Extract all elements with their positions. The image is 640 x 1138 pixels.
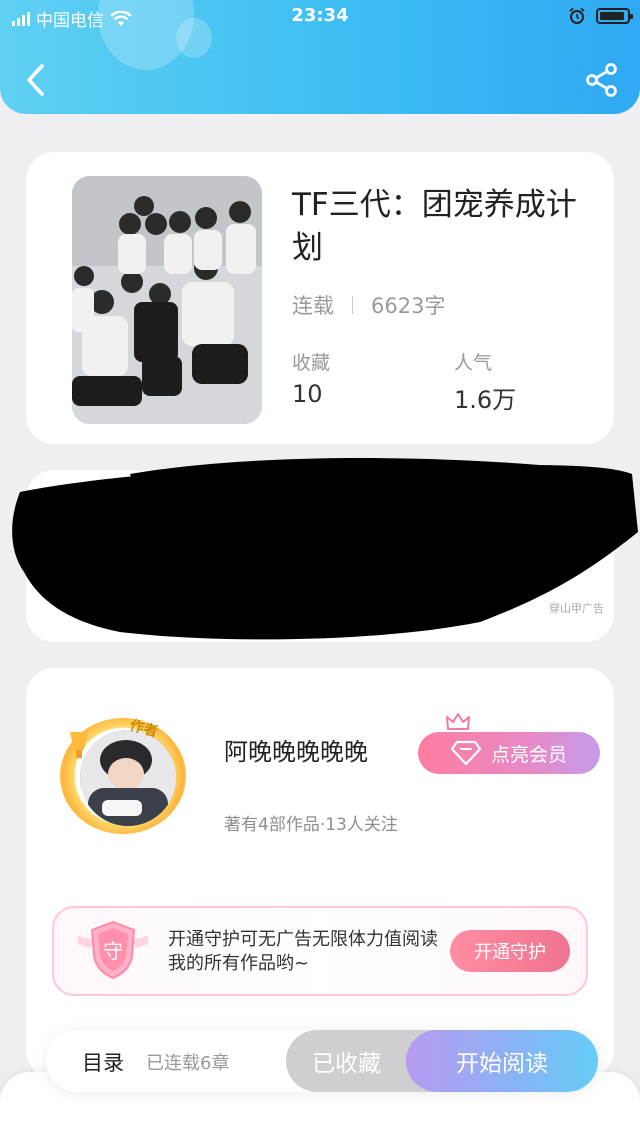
favorited-label: 已收藏 xyxy=(312,1051,381,1077)
table-of-contents-button[interactable]: 目录 xyxy=(82,1047,124,1077)
favorites-value: 10 xyxy=(292,380,323,408)
status-time: 23:34 xyxy=(291,5,349,26)
activate-guard-button[interactable]: 开通守护 xyxy=(450,930,570,972)
author-avatar[interactable] xyxy=(80,730,176,826)
alarm-icon xyxy=(569,7,585,24)
book-meta: 连载 6623字 xyxy=(292,290,445,320)
cover-photo-illustration xyxy=(72,176,262,424)
diamond-icon xyxy=(450,740,481,766)
lamp-decoration-icon xyxy=(70,732,88,758)
status-bar: 中国电信 23:34 xyxy=(0,0,640,34)
book-status: 连载 xyxy=(292,294,334,318)
guard-shield-icon: 守 xyxy=(78,920,148,980)
status-right xyxy=(568,7,633,25)
back-button[interactable] xyxy=(20,60,54,100)
start-reading-button[interactable]: 开始阅读 xyxy=(406,1030,598,1092)
guard-badge-text: 守 xyxy=(103,939,123,963)
author-name[interactable]: 阿晚晚晚晚晚 xyxy=(224,732,368,767)
start-reading-label: 开始阅读 xyxy=(456,1051,548,1077)
author-stats: 著有4部作品·13人关注 xyxy=(224,815,398,835)
share-icon xyxy=(586,63,617,97)
ad-source-label: 穿山甲广告 xyxy=(549,602,604,615)
meta-divider xyxy=(352,296,353,314)
crown-icon xyxy=(446,713,470,730)
chevron-left-icon xyxy=(27,64,44,96)
book-cover-image[interactable] xyxy=(72,176,262,424)
guard-button-label: 开通守护 xyxy=(474,942,546,963)
avatar-illustration xyxy=(80,730,176,826)
favorites-label: 收藏 xyxy=(292,352,331,374)
chapter-count: 已连载6章 xyxy=(146,1053,230,1074)
book-word-count: 6623字 xyxy=(371,294,446,318)
redaction-scribble xyxy=(12,458,639,640)
popularity-label: 人气 xyxy=(454,352,493,374)
share-button[interactable] xyxy=(584,62,620,98)
vip-button-label: 点亮会员 xyxy=(490,743,567,766)
guard-promo-text: 开通守护可无广告无限体力值阅读我的所有作品哟~ xyxy=(168,929,438,974)
book-title: TF三代：团宠养成计划 xyxy=(292,187,577,266)
activate-vip-button[interactable]: 点亮会员 xyxy=(418,732,600,774)
top-header: 中国电信 23:34 xyxy=(0,0,640,114)
popularity-value: 1.6万 xyxy=(454,386,517,414)
battery-icon xyxy=(596,8,633,24)
